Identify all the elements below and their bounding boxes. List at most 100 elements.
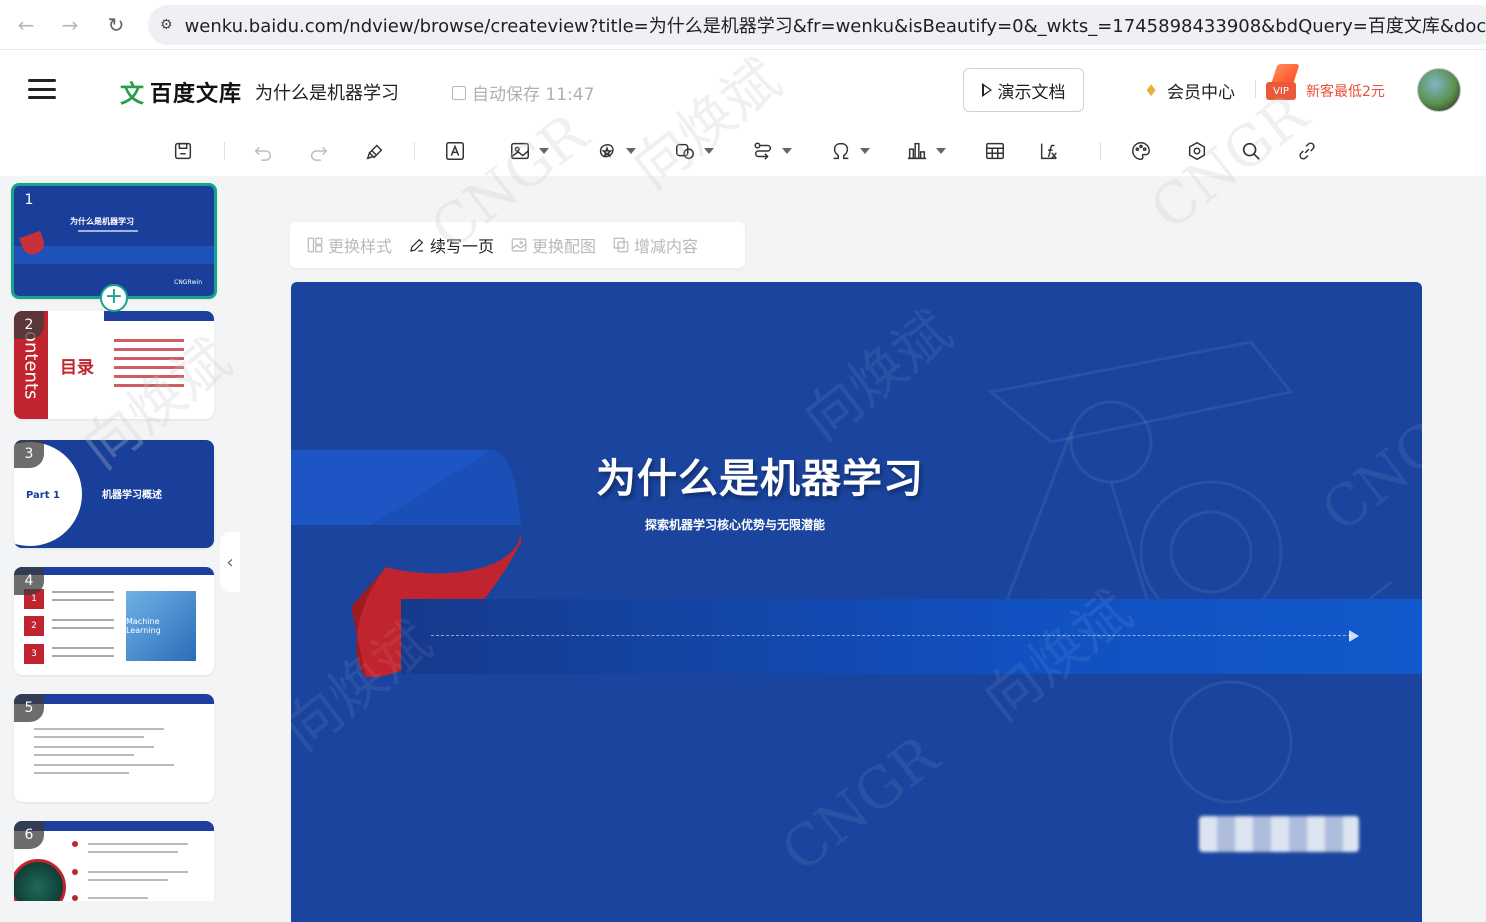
shape-icon[interactable] [674,138,714,164]
chevron-down-icon[interactable] [539,148,549,154]
vip-badge[interactable]: VIP [1266,64,1302,104]
slide-number: 4 [14,567,44,595]
adjust-content-label: 增减内容 [634,237,699,256]
document-title[interactable]: 为什么是机器学习 [255,79,399,105]
slide-canvas[interactable]: 为什么是机器学习 探索机器学习核心优势与无限潜能 向焕斌 向焕斌 向焕斌 CNG… [291,282,1422,922]
collapse-panel-icon[interactable]: ‹ [220,532,240,592]
slide-subtitle[interactable]: 探索机器学习核心优势与无限潜能 [645,516,825,533]
thumbnail-text-line [52,647,114,649]
address-bar[interactable]: ⚙ wenku.baidu.com/ndview/browse/createvi… [148,5,1486,45]
hamburger-menu-icon[interactable] [28,79,56,99]
thumbnail-text-line [52,627,114,629]
slide-thumbnail-6[interactable]: 6 [14,821,214,901]
site-settings-icon[interactable]: ⚙ [160,14,173,36]
autosave-status: 自动保存 11:47 [452,80,594,105]
slide-thumbnail-5[interactable]: 5 [14,694,214,802]
autosave-text: 自动保存 11:47 [472,85,595,105]
user-avatar[interactable] [1417,68,1461,112]
table-icon[interactable] [984,138,1006,164]
slide-thumbnail-4[interactable]: 4 1 2 3 Machine Learning [14,567,214,675]
thumbnail-text-line [34,746,154,748]
chevron-down-icon[interactable] [626,148,636,154]
chart-icon[interactable] [906,138,946,164]
insert-image-icon[interactable] [509,138,549,164]
toolbar-divider [414,142,415,160]
thumbnail-text-line [88,851,178,853]
chevron-down-icon[interactable] [782,148,792,154]
toolbar-divider [224,142,225,160]
chevron-down-icon[interactable] [704,148,714,154]
thumbnail-bullet [72,841,78,847]
flowchart-icon[interactable] [752,138,792,164]
chevron-down-icon[interactable] [936,148,946,154]
text-box-icon[interactable] [444,138,466,164]
search-icon[interactable] [1240,138,1262,164]
slide-thumbnail-1[interactable]: 1 为什么是机器学习 CNGRwin [11,183,217,299]
slide-action-bar: 更换样式 续写一页 更换配图 增减内容 [290,222,745,268]
slide-number: 3 [14,440,44,468]
thumbnail-text-line [88,843,188,845]
slide-thumbnail-3[interactable]: 3 Part 1 机器学习概述 [14,440,214,548]
change-image-label: 更换配图 [532,237,597,256]
slide-title[interactable]: 为什么是机器学习 [596,446,924,504]
cloud-save-icon [452,85,466,100]
thumbnail-text-line [34,764,174,766]
back-arrow-icon[interactable]: ← [4,0,48,50]
slide-thumbnail-2[interactable]: 2 ontents 目录 [14,311,214,419]
member-center-link[interactable]: ♦ 会员中心 [1144,78,1235,103]
change-style-label: 更换样式 [328,237,393,256]
logo-text: 百度文库 [150,81,243,107]
formula-icon[interactable] [1038,138,1060,164]
thumbnail-title: 机器学习概述 [102,490,162,501]
thumbnail-text-line [34,728,164,730]
symbol-icon[interactable] [830,138,870,164]
arrow-right-icon [1349,630,1359,642]
change-image-button[interactable]: 更换配图 [510,233,596,257]
thumbnail-subtitle-line [78,230,138,232]
continue-page-button[interactable]: 续写一页 [408,233,494,257]
add-slide-button[interactable]: + [100,284,128,312]
slide-band [401,599,1422,674]
blurred-logo [1199,816,1359,852]
thumbnail-top-bar [14,567,214,575]
ai-beautify-icon[interactable] [1186,138,1208,164]
undo-icon[interactable] [252,138,274,164]
promo-link[interactable]: 新客最低2元 [1306,81,1385,101]
save-icon[interactable] [172,138,194,164]
thumbnail-image: Machine Learning [126,591,196,661]
continue-page-label: 续写一页 [430,237,495,256]
url-text: wenku.baidu.com/ndview/browse/createview… [184,16,1486,37]
forward-arrow-icon[interactable]: → [48,0,92,50]
icon-library-icon[interactable] [596,138,636,164]
logo-mark: 文 [120,80,144,108]
slide-number: 1 [24,192,34,208]
slide-thumbnail-panel: 1 为什么是机器学习 CNGRwin + 2 ontents 目录 3 Part… [0,176,240,901]
vip-tag: VIP [1266,82,1296,100]
adjust-content-button[interactable]: 增减内容 [612,233,698,257]
chevron-down-icon[interactable] [860,148,870,154]
thumbnail-list [114,339,184,393]
thumbnail-text-line [52,599,114,601]
slide-number: 5 [14,694,44,722]
reload-icon[interactable]: ↻ [94,0,138,50]
header-divider [1255,80,1256,98]
thumbnail-band [14,246,214,264]
thumbnail-item-number: 2 [24,616,44,636]
present-button[interactable]: 演示文档 [963,68,1084,112]
thumbnail-text-line [88,897,148,899]
app-header: 文 百度文库 为什么是机器学习 自动保存 11:47 演示文档 ♦ 会员中心 V… [0,50,1486,126]
theme-palette-icon[interactable] [1130,138,1152,164]
toolbar-divider [1100,142,1101,160]
format-brush-icon[interactable] [364,138,386,164]
thumbnail-top-bar [104,311,214,321]
redo-icon[interactable] [308,138,330,164]
thumbnail-text-line [52,655,114,657]
browser-bar: ← → ↻ ⚙ wenku.baidu.com/ndview/browse/cr… [0,0,1486,50]
link-icon[interactable] [1296,138,1318,164]
thumbnail-top-bar [14,821,214,831]
app-logo[interactable]: 文 百度文库 [120,74,242,109]
dashed-guide-line [431,635,1351,636]
thumbnail-image [14,859,66,901]
thumbnail-bullet [72,895,78,901]
change-style-button[interactable]: 更换样式 [306,233,392,257]
